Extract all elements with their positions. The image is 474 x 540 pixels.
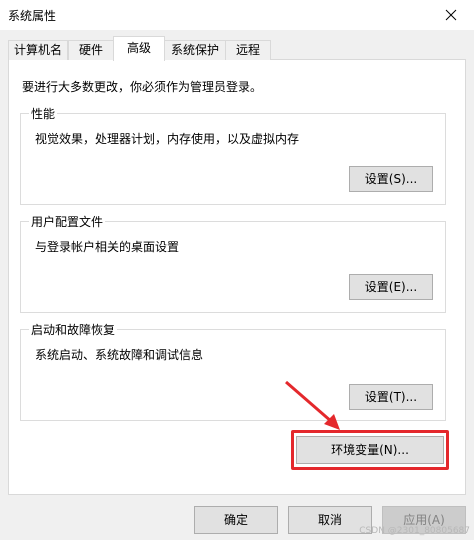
tab-remote[interactable]: 远程 xyxy=(225,40,271,60)
close-icon xyxy=(445,9,457,21)
annotation-arrow-icon xyxy=(285,380,340,430)
window-title: 系统属性 xyxy=(8,9,57,23)
close-button[interactable] xyxy=(428,0,474,30)
performance-group: 性能 视觉效果，处理器计划，内存使用，以及虚拟内存 设置(S)... xyxy=(20,105,446,205)
tab-computer-name[interactable]: 计算机名 xyxy=(8,40,68,60)
performance-description: 视觉效果，处理器计划，内存使用，以及虚拟内存 xyxy=(35,132,300,146)
user-profiles-settings-button[interactable]: 设置(E)... xyxy=(349,274,433,300)
startup-recovery-settings-button[interactable]: 设置(T)... xyxy=(349,384,433,410)
tab-system-protection[interactable]: 系统保护 xyxy=(164,40,226,60)
tab-hardware[interactable]: 硬件 xyxy=(68,40,114,60)
ok-button[interactable]: 确定 xyxy=(194,506,278,534)
user-profiles-title: 用户配置文件 xyxy=(29,213,106,230)
system-properties-window: 系统属性 计算机名 硬件 高级 系统保护 远程 要进行大多数更改，你必须作为管理… xyxy=(0,0,474,540)
user-profiles-description: 与登录帐户相关的桌面设置 xyxy=(35,240,180,254)
startup-recovery-description: 系统启动、系统故障和调试信息 xyxy=(35,348,204,362)
watermark: CSDN @2301_80805687 xyxy=(359,526,470,536)
performance-title: 性能 xyxy=(29,105,58,122)
user-profiles-group: 用户配置文件 与登录帐户相关的桌面设置 设置(E)... xyxy=(20,213,446,313)
tab-advanced[interactable]: 高级 xyxy=(113,36,165,61)
admin-notice: 要进行大多数更改，你必须作为管理员登录。 xyxy=(22,80,263,94)
startup-recovery-group: 启动和故障恢复 系统启动、系统故障和调试信息 设置(T)... xyxy=(20,321,446,421)
performance-settings-button[interactable]: 设置(S)... xyxy=(349,166,433,192)
title-bar: 系统属性 xyxy=(0,0,474,30)
startup-recovery-title: 启动和故障恢复 xyxy=(29,321,118,338)
